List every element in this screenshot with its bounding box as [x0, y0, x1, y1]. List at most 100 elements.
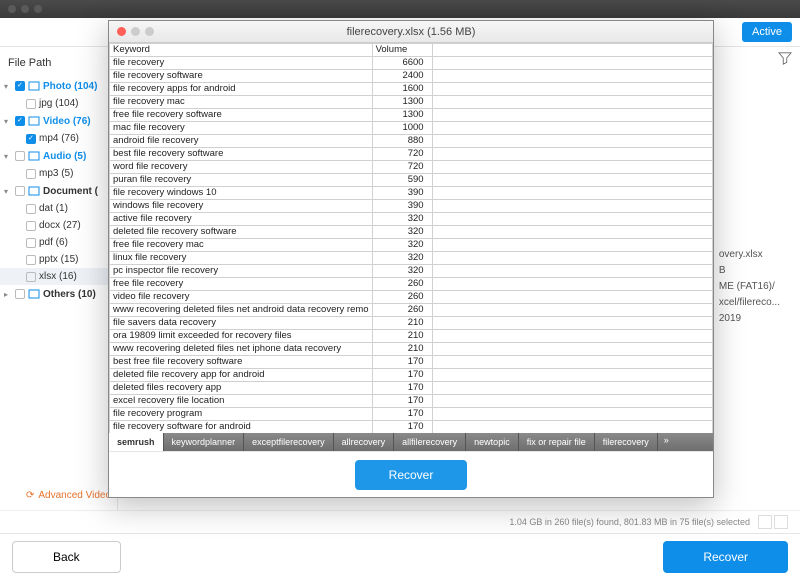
- detail-line: overy.xlsx: [719, 247, 780, 263]
- checkbox[interactable]: [26, 221, 36, 231]
- table-row[interactable]: deleted file recovery software320: [110, 226, 713, 239]
- image-icon: [28, 80, 40, 92]
- sheet-tab[interactable]: semrush: [109, 433, 164, 451]
- recover-button[interactable]: Recover: [663, 541, 788, 573]
- table-row[interactable]: mac file recovery1000: [110, 122, 713, 135]
- sidebar-item[interactable]: pdf (6): [0, 234, 117, 251]
- col-keyword: Keyword: [110, 44, 373, 57]
- cell-volume: 1300: [372, 96, 432, 109]
- sidebar-item[interactable]: dat (1): [0, 200, 117, 217]
- close-icon[interactable]: [117, 27, 126, 36]
- checkbox[interactable]: [26, 204, 36, 214]
- item-label: pdf (6): [39, 237, 68, 248]
- table-row[interactable]: word file recovery720: [110, 161, 713, 174]
- chevron-down-icon[interactable]: ▾: [4, 82, 12, 91]
- sheet-tab[interactable]: allrecovery: [334, 433, 395, 451]
- sidebar-item[interactable]: xlsx (16): [0, 268, 117, 285]
- table-row[interactable]: deleted files recovery app170: [110, 382, 713, 395]
- sheet-tab[interactable]: allfilerecovery: [394, 433, 466, 451]
- checkbox[interactable]: [26, 169, 36, 179]
- table-row[interactable]: linux file recovery320: [110, 252, 713, 265]
- sidebar-item[interactable]: mp3 (5): [0, 165, 117, 182]
- table-row[interactable]: file recovery mac1300: [110, 96, 713, 109]
- table-row[interactable]: pc inspector file recovery320: [110, 265, 713, 278]
- active-button[interactable]: Active: [742, 22, 792, 42]
- table-row[interactable]: file recovery software for android170: [110, 421, 713, 434]
- filter-icon[interactable]: [778, 51, 792, 65]
- cell-volume: 390: [372, 200, 432, 213]
- checkbox[interactable]: [15, 151, 25, 161]
- sheet-tab[interactable]: exceptfilerecovery: [244, 433, 334, 451]
- table-row[interactable]: ora 19809 limit exceeded for recovery fi…: [110, 330, 713, 343]
- sheet-tab[interactable]: newtopic: [466, 433, 519, 451]
- table-row[interactable]: free file recovery260: [110, 278, 713, 291]
- table-row[interactable]: file recovery windows 10390: [110, 187, 713, 200]
- item-label: xlsx (16): [39, 271, 77, 282]
- checkbox[interactable]: [26, 99, 36, 109]
- table-row[interactable]: www recovering deleted files net android…: [110, 304, 713, 317]
- table-row[interactable]: android file recovery880: [110, 135, 713, 148]
- modal-body[interactable]: Keyword Volume file recovery6600file rec…: [109, 43, 713, 433]
- checkbox[interactable]: [26, 134, 36, 144]
- preview-modal: filerecovery.xlsx (1.56 MB) Keyword Volu…: [108, 20, 714, 498]
- table-row[interactable]: active file recovery320: [110, 213, 713, 226]
- checkbox[interactable]: [15, 289, 25, 299]
- checkbox[interactable]: [26, 238, 36, 248]
- table-row[interactable]: best free file recovery software170: [110, 356, 713, 369]
- cell-keyword: pc inspector file recovery: [110, 265, 373, 278]
- sidebar-category[interactable]: ▾ Document (: [0, 182, 117, 200]
- cell-keyword: file recovery apps for android: [110, 83, 373, 96]
- cell-volume: 260: [372, 291, 432, 304]
- chevron-down-icon[interactable]: ▾: [4, 117, 12, 126]
- chevron-down-icon[interactable]: ▾: [4, 152, 12, 161]
- cell-keyword: active file recovery: [110, 213, 373, 226]
- table-row[interactable]: file savers data recovery210: [110, 317, 713, 330]
- table-row[interactable]: windows file recovery390: [110, 200, 713, 213]
- back-button[interactable]: Back: [12, 541, 121, 573]
- sidebar-item[interactable]: mp4 (76): [0, 130, 117, 147]
- window-titlebar: [0, 0, 800, 18]
- table-row[interactable]: best file recovery software720: [110, 148, 713, 161]
- table-row[interactable]: free file recovery software1300: [110, 109, 713, 122]
- cell-volume: 210: [372, 317, 432, 330]
- table-row[interactable]: excel recovery file location170: [110, 395, 713, 408]
- table-row[interactable]: deleted file recovery app for android170: [110, 369, 713, 382]
- sheet-tab[interactable]: keywordplanner: [164, 433, 245, 451]
- sidebar-item[interactable]: jpg (104): [0, 95, 117, 112]
- cell-keyword: file recovery software for android: [110, 421, 373, 434]
- table-row[interactable]: file recovery software2400: [110, 70, 713, 83]
- sidebar-category[interactable]: ▸ Others (10): [0, 285, 117, 303]
- checkbox[interactable]: [15, 81, 25, 91]
- sidebar-item[interactable]: docx (27): [0, 217, 117, 234]
- table-row[interactable]: file recovery program170: [110, 408, 713, 421]
- sidebar-category[interactable]: ▾ Photo (104): [0, 77, 117, 95]
- cell-keyword: file savers data recovery: [110, 317, 373, 330]
- cell-volume: 1600: [372, 83, 432, 96]
- sidebar-item[interactable]: pptx (15): [0, 251, 117, 268]
- video-icon: [28, 115, 40, 127]
- view-grid-icon[interactable]: [774, 515, 788, 529]
- sidebar-category[interactable]: ▾ Audio (5): [0, 147, 117, 165]
- sheet-tab[interactable]: filerecovery: [595, 433, 658, 451]
- modal-recover-button[interactable]: Recover: [355, 460, 468, 490]
- modal-header[interactable]: filerecovery.xlsx (1.56 MB): [109, 21, 713, 43]
- checkbox[interactable]: [15, 186, 25, 196]
- chevron-down-icon[interactable]: ▾: [4, 187, 12, 196]
- doc-icon: [28, 185, 40, 197]
- sheet-tab[interactable]: fix or repair file: [519, 433, 595, 451]
- checkbox[interactable]: [26, 272, 36, 282]
- checkbox[interactable]: [15, 116, 25, 126]
- checkbox[interactable]: [26, 255, 36, 265]
- table-row[interactable]: puran file recovery590: [110, 174, 713, 187]
- chevron-right-icon[interactable]: ▸: [4, 290, 12, 299]
- view-list-icon[interactable]: [758, 515, 772, 529]
- sidebar-category[interactable]: ▾ Video (76): [0, 112, 117, 130]
- sidebar: File Path ▾ Photo (104) jpg (104)▾ Video…: [0, 47, 118, 510]
- table-row[interactable]: www recovering deleted files net iphone …: [110, 343, 713, 356]
- table-row[interactable]: video file recovery260: [110, 291, 713, 304]
- table-row[interactable]: file recovery6600: [110, 57, 713, 70]
- more-tabs-icon[interactable]: »: [658, 433, 675, 451]
- table-row[interactable]: free file recovery mac320: [110, 239, 713, 252]
- detail-line: 2019: [719, 311, 780, 327]
- table-row[interactable]: file recovery apps for android1600: [110, 83, 713, 96]
